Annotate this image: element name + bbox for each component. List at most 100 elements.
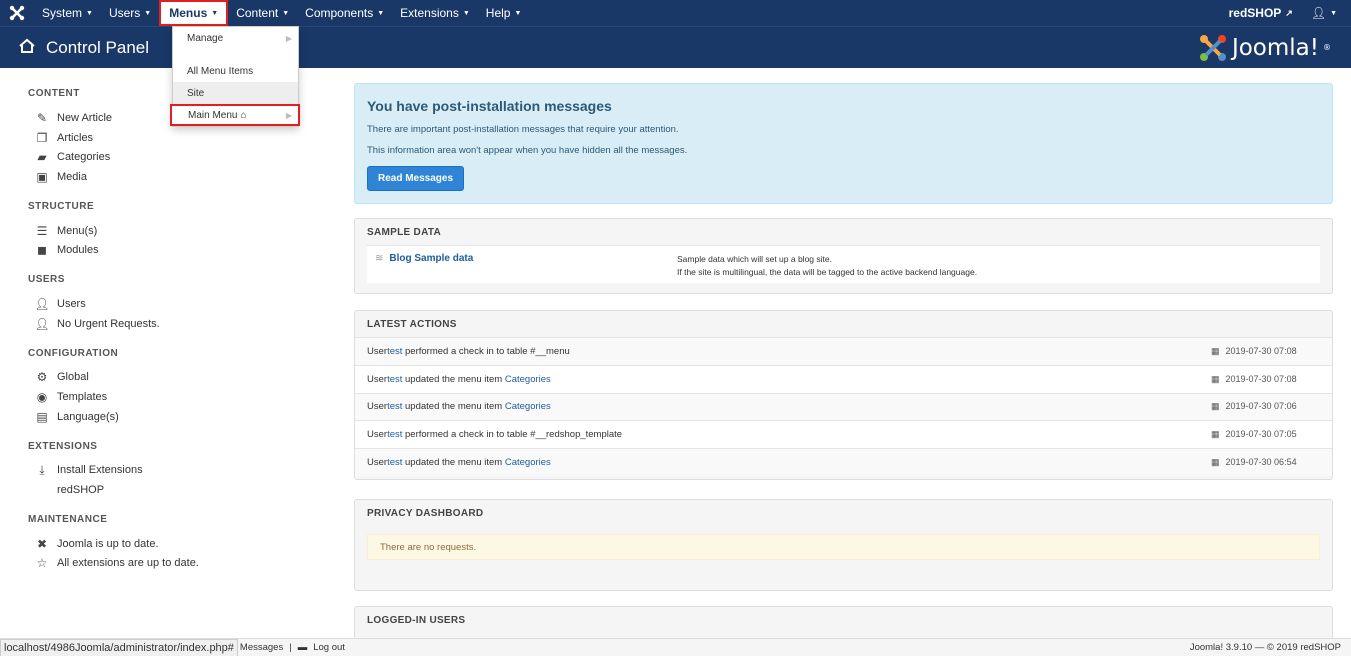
row-text: User (367, 457, 388, 469)
wifi-icon: ≋ (375, 253, 384, 264)
caret-down-icon: ▼ (86, 9, 93, 17)
item-link[interactable]: Categories (505, 374, 551, 385)
star-icon: ☆ (36, 556, 48, 571)
row-text: updated the menu item (402, 373, 505, 385)
list-icon: ☰ (36, 223, 48, 238)
latest-actions-panel: LATEST ACTIONS User test performed a che… (354, 310, 1333, 480)
sidebar-item-categories[interactable]: ▰ Categories (0, 147, 280, 167)
row-text: updated the menu item (402, 401, 505, 413)
top-navbar: System ▼ Users ▼ Menus ▼ Content ▼ Component… (0, 0, 1351, 26)
calendar-icon: ▦ (1211, 457, 1220, 468)
registered-mark: ® (1323, 43, 1331, 52)
menu-extensions-label: Extensions (400, 6, 459, 20)
sidebar-item-extensions-update[interactable]: ☆ All extensions are up to date. (0, 554, 280, 574)
user-link[interactable]: test (387, 401, 402, 412)
dropdown-item-manage[interactable]: Manage ▶ (173, 27, 298, 49)
divider: | (289, 642, 292, 653)
sidebar-item-label: Categories (57, 151, 111, 164)
dropdown-item-label: Site (187, 87, 205, 99)
user-icon: 👤︎ (34, 296, 50, 311)
menu-system-label: System (42, 6, 83, 20)
row-text: User (367, 429, 388, 441)
caret-down-icon: ▼ (144, 9, 152, 17)
sidebar-item-label: Templates (57, 391, 108, 404)
sidebar-item-templates[interactable]: ◉ Templates (0, 387, 280, 407)
item-link[interactable]: Categories (505, 457, 551, 468)
user-link[interactable]: test (387, 346, 402, 357)
sidebar-item-label: Joomla is up to date. (57, 537, 159, 550)
version-info: Joomla! 3.9.10 — © 2019 redSHOP (1189, 642, 1341, 653)
calendar-icon: ▦ (1211, 401, 1220, 412)
menu-users[interactable]: Users ▼ (101, 0, 159, 26)
menu-menus[interactable]: Menus ▼ (159, 0, 229, 26)
user-link[interactable]: test (387, 429, 402, 440)
sidebar-item-install-extensions[interactable]: ⤓ Install Extensions (0, 461, 280, 481)
navbar-right: redSHOP ↗ 👤︎ ▼ (1229, 6, 1351, 20)
latest-actions-list: User test performed a check in to table … (355, 337, 1332, 476)
comments-icon: ▤ (36, 409, 48, 424)
date-text: 2019-07-30 07:08 (1225, 345, 1297, 356)
sidebar-item-label: redSHOP (57, 484, 105, 497)
calendar-icon: ▦ (1211, 345, 1220, 356)
menu-help-label: Help (485, 6, 511, 20)
dropdown-item-main-menu[interactable]: Main Menu ⌂ ▶ (170, 104, 300, 126)
table-row: User test updated the menu item Categori… (355, 364, 1332, 393)
sidebar-section-maintenance: MAINTENANCE (28, 513, 108, 525)
pencil-icon: ✎ (36, 110, 48, 125)
row-text: performed a check in to table #__menu (402, 345, 570, 357)
sidebar-item-label: Users (57, 297, 86, 310)
browser-url-tooltip: localhost/4986Joomla/administrator/index… (0, 638, 238, 656)
sidebar-section-users: USERS (28, 274, 65, 286)
sample-desc-line-2: If the site is multilingual, the data wi… (677, 267, 978, 277)
messages-link[interactable]: Messages (240, 642, 283, 653)
date-text: 2019-07-30 07:05 (1225, 429, 1297, 440)
blog-sample-link[interactable]: ≋ Blog Sample data (375, 253, 473, 264)
menu-menus-label: Menus (169, 6, 208, 20)
joomla-icon: ✖ (36, 536, 48, 551)
menu-help[interactable]: Help ▼ (478, 0, 530, 26)
folder-icon: ▰ (37, 150, 47, 165)
caret-down-icon: ▼ (377, 9, 385, 17)
menu-components[interactable]: Components ▼ (297, 0, 392, 26)
joomla-logo-icon[interactable] (0, 5, 34, 21)
home-icon (18, 38, 36, 57)
sidebar-section-structure: STRUCTURE (28, 200, 95, 212)
sample-data-row: ≋ Blog Sample data Sample data which will… (367, 245, 1320, 283)
menus-dropdown: Manage ▶ All Menu Items Site Main Menu ⌂ ▶ (170, 26, 300, 127)
dropdown-item-all-menu-items[interactable]: All Menu Items (173, 60, 298, 82)
sidebar-item-menus[interactable]: ☰ Menu(s) (0, 221, 280, 241)
menu-content[interactable]: Content ▼ (228, 0, 297, 26)
sample-description: Sample data which will set up a blog sit… (677, 253, 977, 279)
sidebar-item-articles[interactable]: ❐ Articles (0, 128, 280, 148)
user-menu[interactable]: 👤︎ ▼ (1311, 6, 1337, 20)
menu-system[interactable]: System ▼ (34, 0, 101, 26)
sidebar-section-extensions: EXTENSIONS (28, 440, 98, 452)
calendar-icon: ▦ (1211, 373, 1220, 384)
brand-name: Joomla! (1231, 34, 1319, 61)
logout-link[interactable]: Log out (313, 642, 345, 653)
chevron-right-icon: ▶ (285, 110, 292, 120)
sidebar-item-global[interactable]: ⚙ Global (0, 368, 280, 388)
sidebar-item-media[interactable]: ▣ Media (0, 167, 280, 187)
menu-extensions[interactable]: Extensions ▼ (392, 0, 478, 26)
sample-data-panel: SAMPLE DATA ≋ Blog Sample data Sample dat… (354, 218, 1333, 294)
panel-title: LATEST ACTIONS (367, 318, 457, 330)
caret-down-icon: ▼ (462, 9, 470, 17)
item-link[interactable]: Categories (505, 401, 551, 412)
main-menu-bar: System ▼ Users ▼ Menus ▼ Content ▼ Component… (34, 0, 529, 26)
eye-icon: ◉ (36, 390, 48, 405)
sidebar-item-users[interactable]: 👤︎ Users (0, 294, 280, 314)
sidebar-item-urgent-requests[interactable]: 👤︎ No Urgent Requests. (0, 314, 280, 334)
alert-line-1: There are important post-installation me… (367, 124, 679, 135)
sidebar-item-redshop[interactable]: redSHOP (0, 480, 280, 500)
user-link[interactable]: test (387, 457, 402, 468)
sidebar-item-joomla-update[interactable]: ✖ Joomla is up to date. (0, 534, 280, 554)
table-row: User test performed a check in to table … (355, 420, 1332, 449)
sidebar-item-languages[interactable]: ▤ Language(s) (0, 407, 280, 427)
read-messages-button[interactable]: Read Messages (367, 166, 465, 191)
table-row: User test performed a check in to table … (355, 337, 1332, 365)
user-link[interactable]: test (387, 374, 402, 385)
sidebar-item-modules[interactable]: ◼ Modules (0, 240, 280, 260)
site-link[interactable]: redSHOP ↗ (1229, 6, 1293, 20)
copy-icon: ❐ (36, 130, 48, 145)
